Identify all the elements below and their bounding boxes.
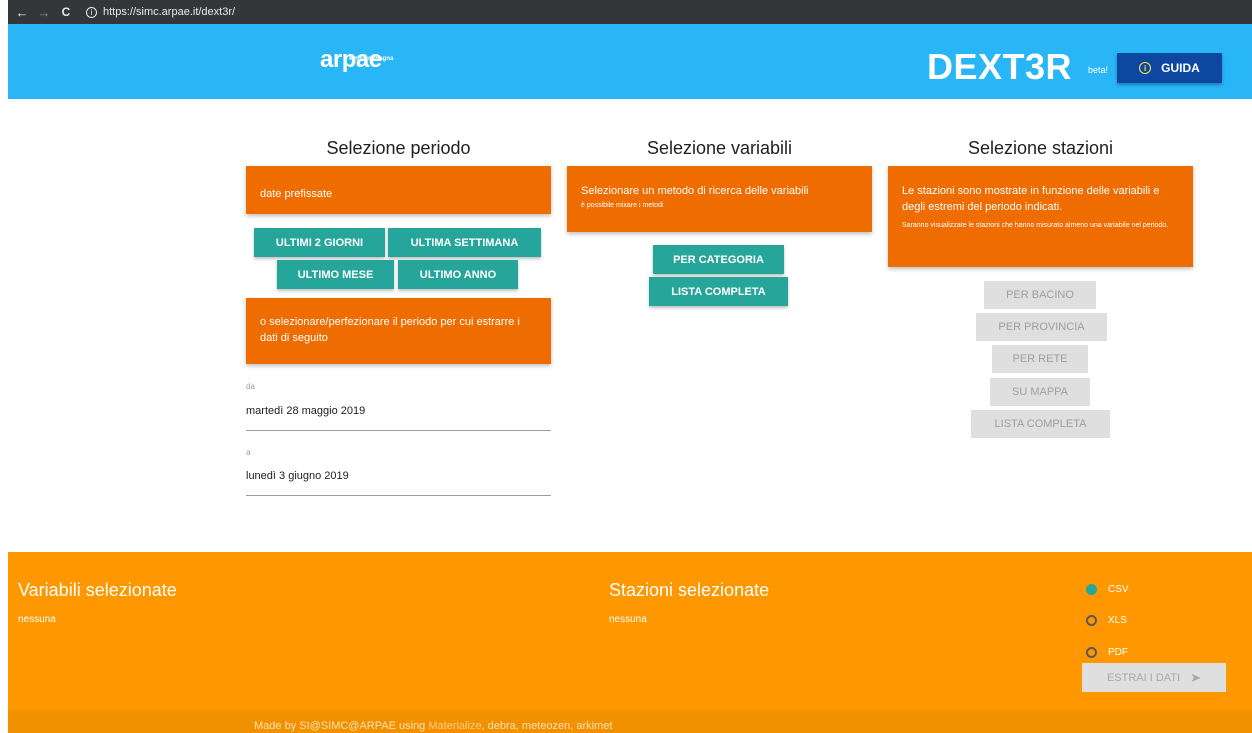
pdf-radio[interactable] (1086, 647, 1097, 658)
to-date-field[interactable]: lunedì 3 giugno 2019 (246, 470, 349, 482)
from-date-field[interactable]: martedì 28 maggio 2019 (246, 405, 365, 417)
estrai-dati-label: ESTRAI I DATI (1106, 671, 1181, 684)
date-prefissate-card: date prefissate (246, 166, 551, 214)
variabili-lista-completa-button[interactable]: LISTA COMPLETA (649, 277, 788, 306)
credits-suffix: , debra, meteozen, arkimet (481, 720, 613, 732)
periodo-custom-text: o selezionare/perfezionare il periodo pe… (260, 316, 520, 344)
from-date-label: da (246, 382, 255, 391)
left-edge (0, 0, 8, 733)
csv-label[interactable]: CSV (1108, 584, 1129, 595)
stazioni-card-text: Le stazioni sono mostrate in funzione de… (902, 185, 1160, 213)
per-rete-button[interactable]: PER RETE (992, 345, 1088, 373)
periodo-title: Selezione periodo (326, 138, 471, 158)
guida-label: GUIDA (1161, 61, 1200, 75)
stazioni-card-note: Saranno visualizzate le stazioni che han… (902, 222, 1169, 229)
date-prefissate-text: date prefissate (260, 188, 333, 200)
reload-icon[interactable]: C (58, 5, 74, 19)
page: ← → C i https://simc.arpae.it/dext3r/ ar… (0, 0, 1252, 733)
from-date-underline (246, 430, 551, 431)
credits-bar (8, 710, 1252, 733)
estrai-dati-button[interactable]: ESTRAI I DATI ➤ (1082, 663, 1226, 692)
stazioni-selezionate-title: Stazioni selezionate (609, 580, 770, 600)
stazioni-lista-completa-button[interactable]: LISTA COMPLETA (971, 410, 1110, 438)
csv-radio[interactable] (1086, 584, 1097, 595)
variabili-card-text: Selezionare un metodo di ricerca delle v… (581, 185, 809, 197)
credits-text: Made by SI@SIMC@ARPAE using Materialize,… (254, 720, 612, 732)
ultimo-mese-button[interactable]: ULTIMO MESE (277, 260, 394, 289)
to-date-underline (246, 495, 551, 496)
address-bar[interactable]: https://simc.arpae.it/dext3r/ (103, 6, 235, 18)
guida-button[interactable]: i GUIDA (1117, 53, 1222, 83)
credits-prefix: Made by SI@SIMC@ARPAE using (254, 720, 429, 732)
send-icon: ➤ (1190, 669, 1202, 685)
stazioni-title: Selezione stazioni (967, 138, 1114, 158)
back-arrow-icon[interactable]: ← (14, 5, 30, 20)
stazioni-card: Le stazioni sono mostrate in funzione de… (888, 166, 1193, 267)
materialize-link[interactable]: Materialize (428, 720, 481, 732)
beta-tag: beta! (1088, 65, 1109, 75)
stazioni-selezionate-value: nessuna (609, 614, 647, 625)
variabili-card-note: è possibile mixare i metodi (581, 202, 664, 209)
to-date-label: a (246, 448, 251, 457)
xls-label[interactable]: XLS (1108, 615, 1127, 626)
site-info-icon[interactable]: i (86, 6, 97, 18)
periodo-custom-card: o selezionare/perfezionare il periodo pe… (246, 298, 551, 364)
per-provincia-button[interactable]: PER PROVINCIA (976, 313, 1107, 341)
variabili-selezionate-value: nessuna (18, 614, 56, 625)
browser-toolbar: ← → C i https://simc.arpae.it/dext3r/ (8, 0, 1252, 24)
app-header: arpae emilia-romagna DEXT3R beta! i GUID… (8, 24, 1252, 99)
forward-arrow-icon[interactable]: → (36, 5, 52, 20)
variabili-title: Selezione variabili (646, 138, 793, 158)
su-mappa-button[interactable]: SU MAPPA (990, 378, 1090, 406)
dext3r-title: DEXT3R (927, 46, 1073, 87)
variabili-card: Selezionare un metodo di ricerca delle v… (567, 166, 872, 232)
per-bacino-button[interactable]: PER BACINO (984, 281, 1096, 309)
pdf-label[interactable]: PDF (1108, 647, 1128, 658)
ultima-settimana-button[interactable]: ULTIMA SETTIMANA (388, 228, 541, 257)
ultimo-anno-button[interactable]: ULTIMO ANNO (398, 260, 518, 289)
info-icon: i (1139, 62, 1152, 74)
arpae-logo-subtitle: emilia-romagna (349, 56, 394, 62)
xls-radio[interactable] (1086, 615, 1097, 626)
variabili-selezionate-title: Variabili selezionate (18, 580, 177, 600)
selection-footer (8, 552, 1252, 710)
ultimi-2-giorni-button[interactable]: ULTIMI 2 GIORNI (254, 228, 385, 257)
per-categoria-button[interactable]: PER CATEGORIA (653, 245, 784, 274)
